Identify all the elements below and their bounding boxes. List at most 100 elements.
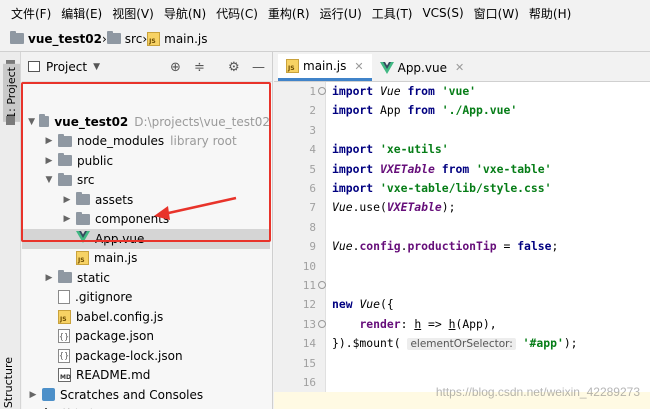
breadcrumb: vue_test02 › src › JS main.js — [0, 26, 650, 52]
red-arrow-annotation — [154, 196, 237, 220]
folder-icon — [58, 270, 72, 284]
tree-item[interactable]: .gitignore — [22, 288, 270, 308]
line-number: 16 — [302, 376, 316, 389]
line-number: 10 — [302, 259, 316, 273]
breadcrumb-file-label: main.js — [164, 31, 208, 46]
line-number: 6 — [309, 182, 316, 195]
line-number: 9 — [309, 240, 316, 254]
code-line-13: }).$mount( elementOrSelector: '#app'); — [332, 336, 578, 351]
line-number: 7 — [309, 201, 316, 215]
menu-item-3[interactable]: 导航(N) — [159, 5, 211, 22]
fold-marker-icon[interactable] — [318, 87, 326, 95]
tree-item[interactable]: {} package.json — [22, 327, 270, 347]
menu-item-2[interactable]: 视图(V) — [107, 5, 159, 22]
menu-item-9[interactable]: 窗口(W) — [469, 5, 524, 22]
fold-marker-icon[interactable] — [318, 319, 326, 328]
line-number: 13 — [302, 317, 316, 331]
vue-file-icon — [379, 61, 394, 74]
breadcrumb-folder[interactable]: src — [106, 31, 143, 46]
file-icon — [58, 290, 70, 305]
menu-item-10[interactable]: 帮助(H) — [524, 5, 576, 22]
folder-icon — [106, 31, 121, 44]
tree-item[interactable]: ▶外部库 — [22, 405, 270, 409]
watermark: https://blog.csdn.net/weixin_42289273 — [435, 385, 640, 399]
tree-item-label: README.md — [76, 368, 151, 383]
code-line-1: import Vue from 'vue' — [332, 84, 477, 98]
tree-item[interactable]: JS babel.config.js — [22, 307, 270, 327]
menu-item-1[interactable]: 编辑(E) — [56, 5, 107, 22]
menu-item-6[interactable]: 运行(U) — [315, 5, 367, 22]
code-line-12: render: h => h(App), — [359, 316, 497, 331]
breadcrumb-folder-label: src — [124, 31, 143, 46]
tree-item-label: .gitignore — [75, 290, 133, 305]
code-line-5: import VXETable from 'vxe-table' — [332, 161, 552, 176]
menu-item-4[interactable]: 代码(C) — [211, 5, 263, 22]
minimize-icon[interactable]: — — [252, 60, 265, 75]
line-number: 5 — [309, 162, 316, 176]
code-line-4: import 'xe-utils' — [332, 142, 449, 157]
line-number: 14 — [302, 337, 316, 351]
tree-item-label: main.js — [94, 251, 138, 266]
json-file-icon: {} — [58, 348, 70, 363]
breadcrumb-file[interactable]: JS main.js — [147, 31, 208, 46]
locate-icon[interactable]: ⊕ — [170, 60, 181, 75]
editor: JS main.js ✕ App.vue ✕ 1 2 3 4 5 6 7 8 9 10 11 12 13… — [274, 52, 650, 409]
tree-item[interactable]: JS main.js — [22, 249, 270, 269]
menu-bar: 文件(F) 编辑(E) 视图(V) 导航(N) 代码(C) 重构(R) 运行(U) 工具(T)… — [0, 0, 650, 26]
tree-item-label: Scratches and Consoles — [60, 387, 204, 402]
tree-item-label: babel.config.js — [76, 309, 164, 324]
code-line-6: import 'vxe-table/lib/style.css' — [332, 181, 552, 195]
tab-app-vue[interactable]: App.vue ✕ — [372, 54, 473, 81]
line-number: 8 — [309, 220, 316, 234]
line-number: 3 — [309, 123, 316, 137]
fold-marker-icon[interactable] — [318, 281, 326, 289]
project-panel-header: Project ▼ ⊕ ≑ ⚙ — — [22, 52, 272, 82]
js-file-icon: JS — [147, 31, 161, 46]
gear-icon[interactable]: ⚙ — [228, 60, 240, 75]
project-icon — [28, 61, 40, 72]
line-number: 15 — [302, 356, 316, 370]
code-area[interactable]: import Vue from 'vue' import App from '.… — [274, 82, 650, 409]
line-number: 4 — [309, 143, 316, 157]
markdown-file-icon: MD — [58, 368, 71, 383]
menu-item-5[interactable]: 重构(R) — [263, 5, 315, 22]
code-line-9: Vue.config.productionTip = false; — [332, 239, 559, 254]
tab-main-js[interactable]: JS main.js ✕ — [278, 54, 372, 81]
left-tool-stripe: 1: Project Structure — [0, 52, 21, 409]
line-number: 12 — [302, 298, 316, 312]
parameter-hint: elementOrSelector: — [407, 338, 516, 351]
json-file-icon: {} — [58, 329, 70, 344]
tab-structure[interactable]: Structure — [2, 357, 15, 408]
tree-item-label: package.json — [75, 329, 155, 344]
line-gutter: 1234567891011121314151617 — [274, 82, 326, 409]
scratches-icon — [42, 388, 55, 402]
close-icon[interactable]: ✕ — [354, 60, 363, 73]
close-icon[interactable]: ✕ — [455, 61, 464, 74]
line-number: 1 — [309, 85, 316, 98]
breadcrumb-project-label: vue_test02 — [28, 31, 102, 46]
menu-item-7[interactable]: 工具(T) — [367, 5, 418, 22]
breadcrumb-project[interactable]: vue_test02 — [10, 31, 102, 46]
tab-project[interactable]: 1: Project — [3, 64, 20, 122]
chevron-right-icon[interactable]: ▶ — [28, 390, 38, 400]
chevron-right-icon[interactable]: ▶ — [44, 273, 54, 283]
tree-item[interactable]: {} package-lock.json — [22, 346, 270, 366]
tree-item[interactable]: ▶ static — [22, 268, 270, 288]
tree-item[interactable]: MD README.md — [22, 366, 270, 386]
chevron-down-icon[interactable]: ▼ — [93, 62, 100, 72]
project-panel-title[interactable]: Project — [46, 60, 87, 74]
tab-label: App.vue — [397, 60, 447, 75]
js-file-icon: JS — [286, 59, 299, 73]
js-file-icon: JS — [58, 309, 71, 324]
code-line-11: new Vue({ — [332, 297, 394, 312]
line-number: 2 — [309, 104, 316, 118]
folder-icon — [10, 31, 24, 44]
js-file-icon: JS — [76, 251, 89, 266]
tree-item[interactable]: ▶ Scratches and Consoles — [22, 385, 270, 405]
menu-item-8[interactable]: VCS(S) — [417, 6, 468, 20]
collapse-all-icon[interactable]: ≑ — [194, 60, 205, 75]
menu-item-0[interactable]: 文件(F) — [6, 5, 56, 22]
tree-item-label: static — [77, 270, 110, 285]
line-number: 11 — [302, 279, 316, 292]
tool-window-icon — [6, 116, 15, 125]
